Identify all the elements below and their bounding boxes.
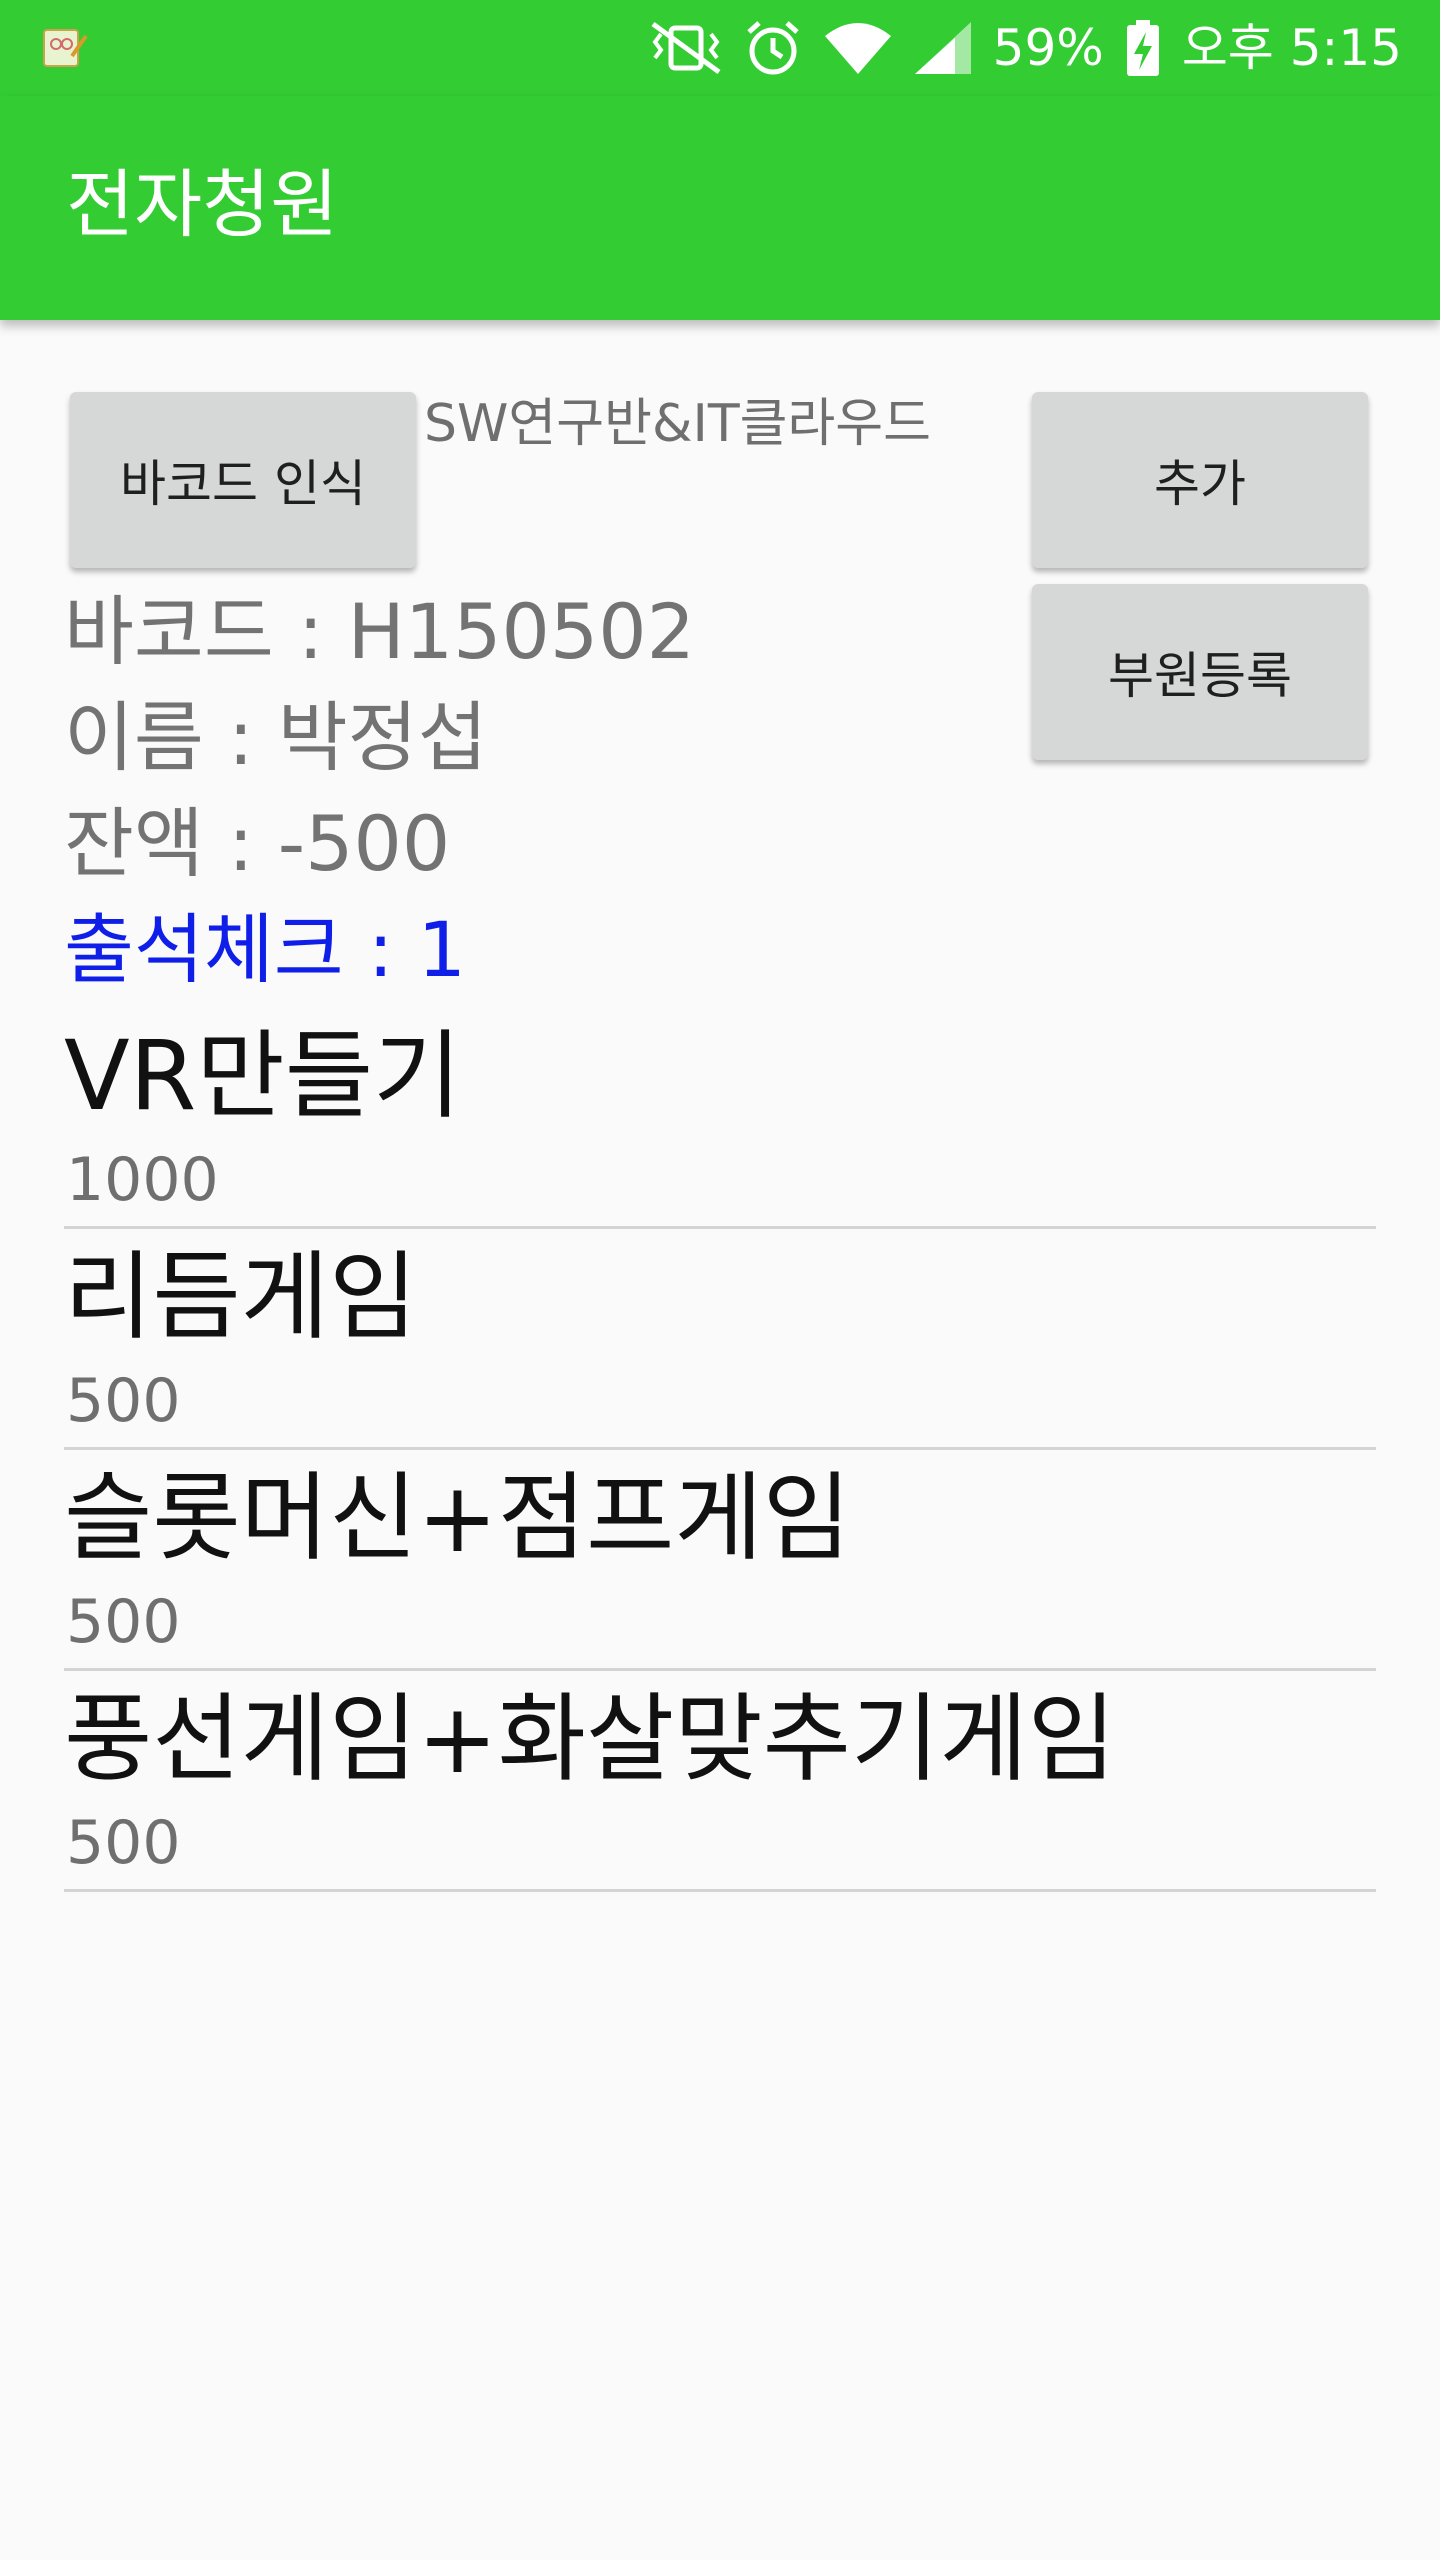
- item-price: 1000: [66, 1145, 219, 1215]
- list-item[interactable]: 리듬게임 500: [64, 1229, 1376, 1450]
- list-item[interactable]: 풍선게임+화살맞추기게임 500: [64, 1671, 1376, 1892]
- member-register-button[interactable]: 부원등록: [1032, 584, 1368, 760]
- clock: 오후 5:15: [1181, 19, 1402, 77]
- app-notification-icon: [43, 29, 88, 67]
- item-title: 리듬게임: [64, 1241, 418, 1353]
- app-bar: 전자청원: [0, 96, 1440, 320]
- alarm-icon: [746, 21, 799, 75]
- item-title: VR만들기: [64, 1020, 462, 1132]
- balance: 잔액 : -500: [64, 799, 451, 888]
- vibrate-icon: [651, 21, 721, 75]
- item-price: 500: [66, 1808, 181, 1878]
- item-price: 500: [66, 1587, 181, 1657]
- list-item[interactable]: 슬롯머신+점프게임 500: [64, 1450, 1376, 1671]
- item-title: 슬롯머신+점프게임: [64, 1462, 851, 1574]
- barcode-value: 바코드 : H150502: [64, 587, 695, 676]
- item-title: 풍선게임+화살맞추기게임: [64, 1683, 1116, 1795]
- item-price: 500: [66, 1366, 181, 1436]
- app-title: 전자청원: [66, 162, 339, 248]
- wifi-icon: [824, 23, 891, 74]
- signal-icon: [914, 22, 971, 74]
- battery-charging-icon: [1126, 20, 1159, 76]
- add-button[interactable]: 추가: [1032, 392, 1368, 568]
- barcode-scan-button[interactable]: 바코드 인식: [70, 392, 416, 568]
- list-item[interactable]: VR만들기 1000: [64, 1008, 1376, 1229]
- member-name: 이름 : 박정섭: [64, 693, 488, 782]
- battery-percent: 59%: [992, 19, 1104, 77]
- club-label: SW연구반&IT클라우드: [424, 394, 931, 454]
- item-list: VR만들기 1000 리듬게임 500 슬롯머신+점프게임 500 풍선게임+화…: [64, 1008, 1376, 1892]
- status-bar: 59% 오후 5:15: [0, 0, 1440, 96]
- attendance-check: 출석체크 : 1: [64, 905, 466, 994]
- status-icons: 59% 오후 5:15: [649, 16, 1402, 80]
